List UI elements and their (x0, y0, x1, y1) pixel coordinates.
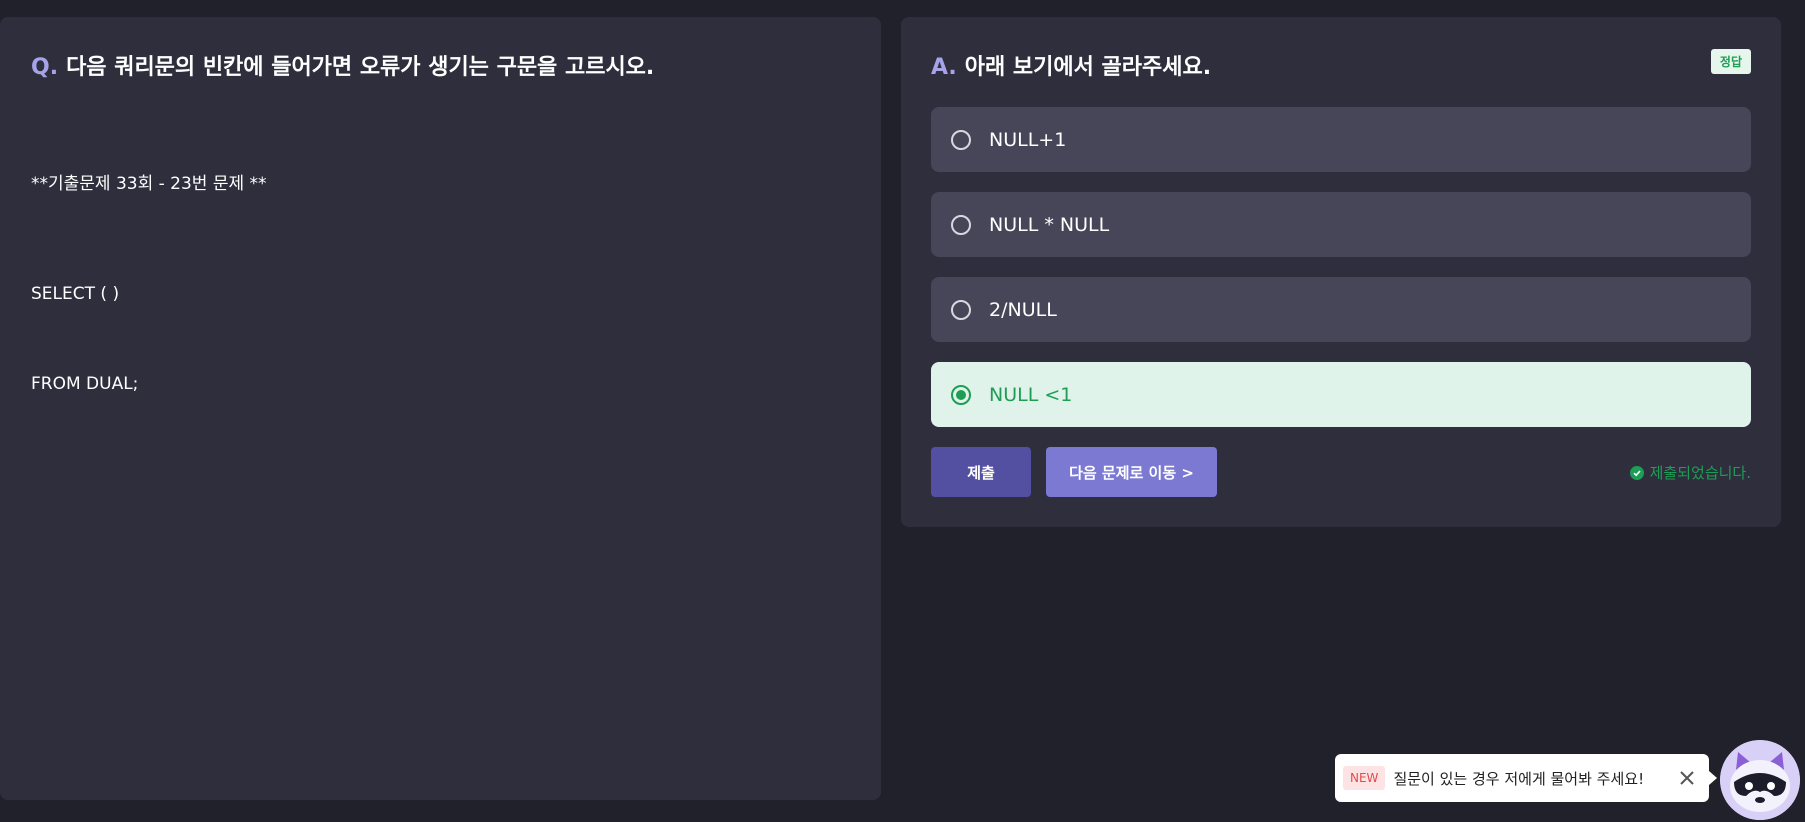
answer-prefix: A. (931, 55, 957, 80)
answer-title: 아래 보기에서 골라주세요. (964, 55, 1212, 80)
answer-options: NULL+1 NULL * NULL 2/NULL NULL <1 (931, 107, 1751, 447)
option-1[interactable]: NULL+1 (931, 107, 1751, 172)
question-heading: Q. 다음 쿼리문의 빈칸에 들어가면 오류가 생기는 구문을 고르시오. (31, 49, 654, 81)
question-panel: Q. 다음 쿼리문의 빈칸에 들어가면 오류가 생기는 구문을 고르시오. **기… (0, 17, 881, 800)
next-question-button[interactable]: 다음 문제로 이동 > (1046, 447, 1217, 497)
new-badge: NEW (1343, 766, 1386, 790)
option-label: NULL <1 (989, 383, 1073, 406)
radio-icon[interactable] (951, 299, 971, 320)
submission-status: 제출되었습니다. (1629, 462, 1751, 483)
option-label: NULL * NULL (989, 213, 1110, 236)
option-4[interactable]: NULL <1 (931, 362, 1751, 427)
chat-prompt[interactable]: NEW 질문이 있는 경우 저에게 물어봐 주세요! (1335, 754, 1717, 802)
check-circle-icon (1629, 465, 1644, 480)
question-title: 다음 쿼리문의 빈칸에 들어가면 오류가 생기는 구문을 고르시오. (66, 55, 655, 80)
question-body: **기출문제 33회 - 23번 문제 ** SELECT ( ) FROM D… (31, 109, 267, 459)
option-2[interactable]: NULL * NULL (931, 192, 1751, 257)
option-label: 2/NULL (989, 298, 1057, 321)
question-prefix: Q. (31, 55, 59, 80)
radio-icon[interactable] (951, 129, 971, 150)
raccoon-mascot-icon[interactable] (1720, 740, 1800, 820)
question-subtitle: **기출문제 33회 - 23번 문제 ** (31, 174, 267, 194)
submit-button[interactable]: 제출 (931, 447, 1031, 497)
radio-selected-icon[interactable] (951, 384, 971, 405)
radio-icon[interactable] (951, 214, 971, 235)
answer-panel: A. 아래 보기에서 골라주세요. 정답 NULL+1 NULL * NULL 2… (901, 17, 1781, 527)
chat-message: 질문이 있는 경우 저에게 물어봐 주세요! (1393, 769, 1645, 788)
correct-badge: 정답 (1710, 49, 1751, 74)
close-icon[interactable] (1675, 766, 1699, 790)
option-label: NULL+1 (989, 128, 1067, 151)
status-text: 제출되었습니다. (1649, 464, 1751, 482)
answer-heading: A. 아래 보기에서 골라주세요. (931, 49, 1211, 81)
code-line-2: FROM DUAL; (31, 374, 139, 394)
answer-actions: 제출 다음 문제로 이동 > 제출되었습니다. (931, 447, 1751, 497)
option-3[interactable]: 2/NULL (931, 277, 1751, 342)
code-line-1: SELECT ( ) (31, 284, 120, 304)
